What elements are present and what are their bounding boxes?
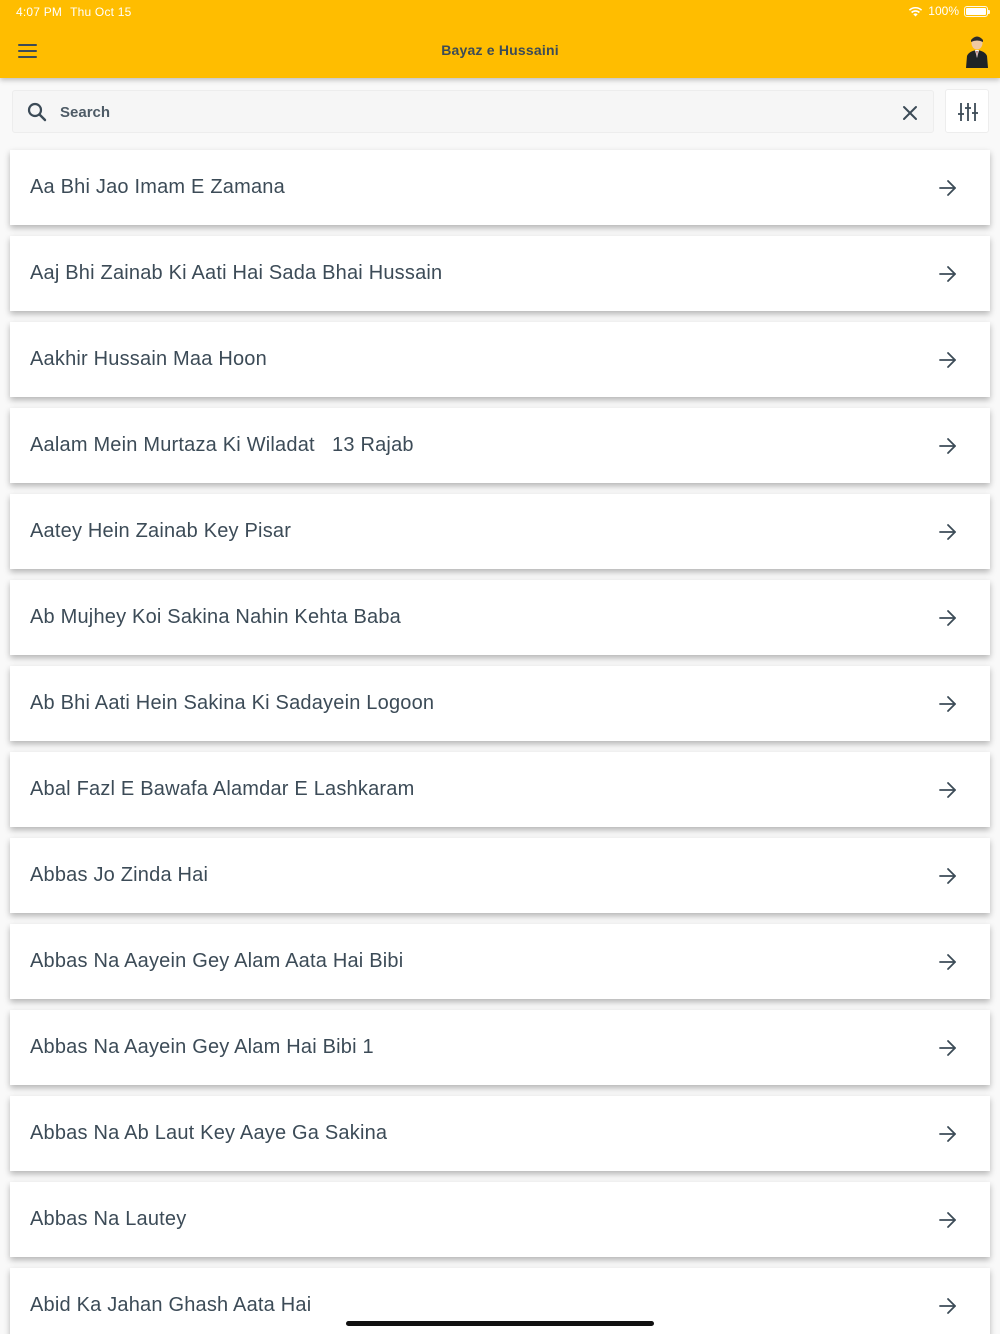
arrow-right-icon: [939, 180, 956, 196]
home-indicator[interactable]: [346, 1321, 654, 1326]
list-item-label: Aalam Mein Murtaza Ki Wiladat 13 Rajab: [30, 434, 414, 456]
status-bar-left: 4:07 PM Thu Oct 15: [16, 5, 131, 19]
arrow-right-icon: [939, 1212, 956, 1228]
arrow-right-icon: [939, 352, 956, 368]
status-time: 4:07 PM: [16, 5, 63, 19]
arrow-right-icon: [939, 696, 956, 712]
arrow-right-icon: [939, 1126, 956, 1142]
battery-percentage: 100%: [928, 4, 959, 18]
list-item-label: Abbas Na Aayein Gey Alam Aata Hai Bibi: [30, 950, 404, 972]
list-item-label: Abbas Na Lautey: [30, 1208, 187, 1230]
search-input[interactable]: [60, 101, 880, 123]
list-item[interactable]: Abbas Jo Zinda Hai: [10, 838, 990, 913]
list-item[interactable]: Abbas Na Aayein Gey Alam Aata Hai Bibi: [10, 924, 990, 999]
song-list: Aa Bhi Jao Imam E Zamana Aaj Bhi Zainab …: [0, 150, 1000, 1334]
list-item-label: Abbas Jo Zinda Hai: [30, 864, 209, 886]
arrow-right-icon: [939, 868, 956, 884]
filter-button[interactable]: [945, 89, 989, 133]
list-item[interactable]: Aatey Hein Zainab Key Pisar: [10, 494, 990, 569]
list-item-label: Ab Mujhey Koi Sakina Nahin Kehta Baba: [30, 606, 401, 628]
page-title: Bayaz e Hussaini: [441, 42, 559, 58]
list-item-label: Aatey Hein Zainab Key Pisar: [30, 520, 292, 542]
arrow-right-icon: [939, 782, 956, 798]
list-item[interactable]: Aa Bhi Jao Imam E Zamana: [10, 150, 990, 225]
list-item[interactable]: Aakhir Hussain Maa Hoon: [10, 322, 990, 397]
arrow-right-icon: [939, 1040, 956, 1056]
list-item-label: Aakhir Hussain Maa Hoon: [30, 348, 267, 370]
sliders-icon: [958, 103, 978, 121]
app-header: 4:07 PM Thu Oct 15 100% Bayaz e Hussaini: [0, 0, 1000, 78]
list-item-label: Abid Ka Jahan Ghash Aata Hai: [30, 1294, 312, 1316]
wifi-icon: [909, 6, 923, 16]
arrow-right-icon: [939, 954, 956, 970]
list-item-label: Abal Fazl E Bawafa Alamdar E Lashkaram: [30, 778, 415, 800]
close-icon[interactable]: [899, 102, 921, 124]
arrow-right-icon: [939, 610, 956, 626]
battery-icon: [964, 5, 990, 17]
arrow-right-icon: [939, 266, 956, 282]
list-item-label: Aaj Bhi Zainab Ki Aati Hai Sada Bhai Hus…: [30, 262, 443, 284]
list-item[interactable]: Aalam Mein Murtaza Ki Wiladat 13 Rajab: [10, 408, 990, 483]
list-item-label: Abbas Na Ab Laut Key Aaye Ga Sakina: [30, 1122, 388, 1144]
arrow-right-icon: [939, 524, 956, 540]
list-item[interactable]: Abbas Na Ab Laut Key Aaye Ga Sakina: [10, 1096, 990, 1171]
status-date: Thu Oct 15: [70, 5, 132, 19]
list-item[interactable]: Abal Fazl E Bawafa Alamdar E Lashkaram: [10, 752, 990, 827]
list-item[interactable]: Aaj Bhi Zainab Ki Aati Hai Sada Bhai Hus…: [10, 236, 990, 311]
list-item[interactable]: Ab Bhi Aati Hein Sakina Ki Sadayein Logo…: [10, 666, 990, 741]
arrow-right-icon: [939, 1298, 956, 1314]
list-item[interactable]: Ab Mujhey Koi Sakina Nahin Kehta Baba: [10, 580, 990, 655]
list-item-label: Abbas Na Aayein Gey Alam Hai Bibi 1: [30, 1036, 374, 1058]
search-bar: [12, 90, 934, 133]
list-item[interactable]: Abbas Na Aayein Gey Alam Hai Bibi 1: [10, 1010, 990, 1085]
search-icon: [27, 102, 47, 122]
app-root: 4:07 PM Thu Oct 15 100% Bayaz e Hussaini: [0, 0, 1000, 1334]
arrow-right-icon: [939, 438, 956, 454]
list-item[interactable]: Abbas Na Lautey: [10, 1182, 990, 1257]
user-avatar-icon[interactable]: [964, 34, 990, 68]
list-item-label: Ab Bhi Aati Hein Sakina Ki Sadayein Logo…: [30, 692, 435, 714]
status-bar-right: 100%: [908, 4, 990, 18]
list-item-label: Aa Bhi Jao Imam E Zamana: [30, 176, 285, 198]
